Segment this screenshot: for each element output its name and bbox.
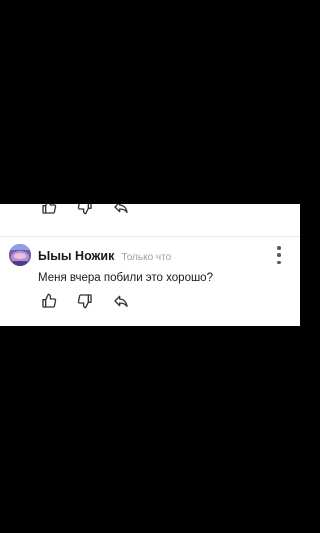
reply-button[interactable] xyxy=(112,204,130,216)
comments-panel: Ыыы Ножик Только что Меня вчера побили э… xyxy=(0,204,300,326)
more-options-button[interactable] xyxy=(271,246,287,264)
like-button[interactable] xyxy=(40,204,58,216)
thumbs-down-icon xyxy=(77,204,92,215)
comment-timestamp: Только что xyxy=(121,252,172,263)
comment-text: Меня вчера побили это хорошо? xyxy=(38,272,213,284)
comment-actions xyxy=(40,292,130,310)
reply-icon xyxy=(114,204,128,213)
previous-comment-actions xyxy=(40,204,130,216)
reply-icon xyxy=(114,295,128,307)
avatar-image xyxy=(9,244,31,266)
comment-item: Ыыы Ножик Только что Меня вчера побили э… xyxy=(0,237,300,323)
dislike-button[interactable] xyxy=(76,204,94,216)
more-vertical-icon-dot xyxy=(277,253,281,257)
more-vertical-icon xyxy=(277,246,281,250)
more-vertical-icon-dot xyxy=(277,260,281,264)
thumbs-up-icon xyxy=(42,293,57,308)
author-name[interactable]: Ыыы Ножик xyxy=(38,249,114,263)
dislike-button[interactable] xyxy=(76,292,94,310)
thumbs-up-icon xyxy=(42,204,57,214)
like-button[interactable] xyxy=(40,292,58,310)
thumbs-down-icon xyxy=(77,294,92,309)
avatar[interactable] xyxy=(9,244,31,266)
reply-button[interactable] xyxy=(112,292,130,310)
screen: Ыыы Ножик Только что Меня вчера побили э… xyxy=(0,0,300,533)
comment-header: Ыыы Ножик Только что xyxy=(38,249,171,263)
